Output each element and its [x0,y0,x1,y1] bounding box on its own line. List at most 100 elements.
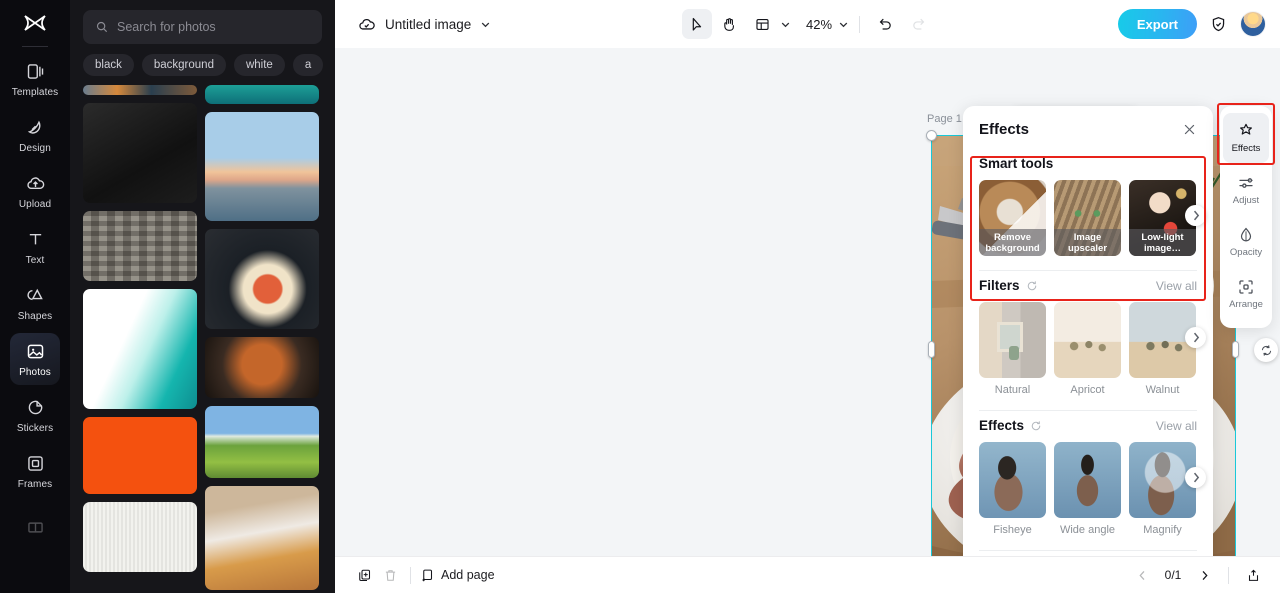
sidebar-item-templates[interactable]: Templates [10,53,60,105]
sidebar-item-design[interactable]: Design [10,109,60,161]
filter-card[interactable]: Natural [979,302,1046,396]
effect-card[interactable]: Magnify [1129,442,1196,536]
section-title-group: Effects [979,418,1042,433]
photo-thumb[interactable] [83,417,197,494]
search-input[interactable]: Search for photos [83,10,322,44]
sidebar-item-shapes[interactable]: Shapes [10,277,60,329]
right-tool-effects[interactable]: Effects [1223,113,1269,163]
select-tool-button[interactable] [681,9,712,39]
photo-thumb[interactable] [205,85,319,104]
photo-thumb[interactable] [83,211,197,281]
duplicate-page-icon [357,568,372,583]
sidebar-item-photos[interactable]: Photos [10,333,60,385]
frames-icon [24,453,46,475]
photo-thumb[interactable] [205,111,319,222]
hand-tool-button[interactable] [715,9,745,39]
filters-next-button[interactable] [1185,327,1206,348]
zoom-value: 42% [805,16,833,32]
tag-chip[interactable]: a [292,54,324,76]
document-title-button[interactable]: Untitled image [357,15,491,34]
layout-tool-combo[interactable] [748,9,791,39]
photo-thumb[interactable] [205,229,319,329]
smart-tool-card[interactable]: Image upscaler [1054,180,1121,256]
photo-thumb[interactable] [205,485,319,590]
layout-tool-button[interactable] [748,9,778,39]
right-tool-adjust[interactable]: Adjust [1223,165,1269,215]
hand-icon [721,16,738,33]
effects-next-button[interactable] [1185,467,1206,488]
effect-card[interactable]: Wide angle [1054,442,1121,536]
photo-thumb[interactable] [83,289,197,409]
photo-thumb[interactable] [83,85,197,95]
capcut-logo-icon[interactable] [0,0,70,46]
smart-tools-next-button[interactable] [1185,205,1206,226]
sidebar-label: Stickers [16,422,54,434]
section-divider [979,550,1197,551]
sidebar-label: Design [19,142,51,154]
right-tool-opacity[interactable]: Opacity [1223,217,1269,267]
section-title: Filters [979,278,1020,293]
rotate-handle[interactable] [1254,338,1278,362]
view-all-filters[interactable]: View all [1156,279,1197,293]
redo-button[interactable] [903,9,933,39]
right-tool-label: Arrange [1229,299,1263,310]
sidebar-label: Shapes [17,310,53,322]
export-button[interactable]: Export [1117,9,1197,39]
photo-thumb[interactable] [83,103,197,203]
effects-panel-body: Smart tools Remove background Image upsc… [963,156,1213,551]
resize-handle-left[interactable] [928,341,935,358]
next-page-button[interactable] [1191,562,1217,588]
shield-check-icon[interactable] [1209,15,1228,34]
smart-tools-cards: Remove background Image upscaler Low-lig… [979,180,1206,256]
card-thumb [979,442,1046,518]
search-wrap: Search for photos [70,0,335,44]
sidebar-item-stickers[interactable]: Stickers [10,389,60,441]
add-page-button[interactable]: Add page [420,568,495,583]
chevron-right-icon [1199,570,1210,581]
export-tray-button[interactable] [1240,562,1266,588]
card-caption: Low-light image… [1129,229,1196,256]
tag-chip[interactable]: background [141,54,226,76]
canvas-area[interactable]: Page 1 Effects Smart tools Remove backgr… [335,48,1280,556]
filter-card[interactable]: Walnut [1129,302,1196,396]
sliders-icon [1237,174,1255,192]
sidebar-item-upload[interactable]: Upload [10,165,60,217]
delete-page-button[interactable] [377,562,403,588]
view-all-effects[interactable]: View all [1156,419,1197,433]
tag-chip[interactable]: white [233,54,285,76]
reset-icon[interactable] [1030,420,1042,432]
sparkle-star-icon [1237,122,1255,140]
search-placeholder: Search for photos [117,20,216,34]
prev-page-button[interactable] [1129,562,1155,588]
card-label: Fisheye [993,524,1032,536]
duplicate-page-button[interactable] [351,562,377,588]
photo-thumb[interactable] [205,336,319,399]
sidebar-item-text[interactable]: Text [10,221,60,273]
photo-thumb[interactable] [83,502,197,572]
reset-icon[interactable] [1026,280,1038,292]
top-toolbar: Untitled image 42% Export [335,0,1280,48]
card-thumb: Remove background [979,180,1046,256]
avatar[interactable] [1240,11,1266,37]
tag-chip[interactable]: black [83,54,134,76]
stickers-icon [24,397,46,419]
sidebar-item-more[interactable] [10,501,60,553]
right-tool-arrange[interactable]: Arrange [1223,269,1269,319]
photo-thumb[interactable] [205,406,319,478]
sidebar-item-frames[interactable]: Frames [10,445,60,497]
effect-card[interactable]: Fisheye [979,442,1046,536]
zoom-control[interactable]: 42% [802,17,849,32]
smart-tool-card[interactable]: Remove background [979,180,1046,256]
bottom-divider [410,566,411,584]
resize-handle-right[interactable] [1232,341,1239,358]
resize-handle-top-left[interactable] [926,130,937,141]
layout-grid-icon [754,16,771,33]
filter-card[interactable]: Apricot [1054,302,1121,396]
section-divider [979,270,1197,271]
page-label: Page 1 [927,113,962,125]
close-icon[interactable] [1180,120,1199,139]
add-page-icon [420,568,435,583]
section-header-smart-tools: Smart tools [979,156,1197,171]
undo-button[interactable] [870,9,900,39]
right-tool-rail: Effects Adjust Opacity Arrange [1220,106,1272,328]
